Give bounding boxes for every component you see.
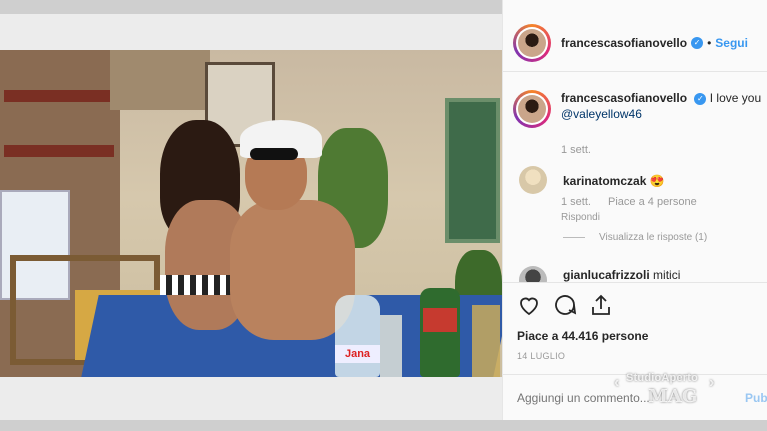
bottle-label: Jana — [335, 345, 380, 363]
verified-badge-icon: ✓ — [691, 36, 704, 49]
caption-text: francescasofianovello ✓ I love you @vale… — [561, 90, 761, 128]
shelf — [4, 90, 114, 102]
publish-button[interactable]: Pubblica — [745, 391, 767, 405]
commenter-avatar[interactable] — [519, 266, 547, 282]
comment-username[interactable]: karinatomczak — [563, 174, 646, 188]
comment-username[interactable]: gianlucafrizzoli — [563, 268, 650, 282]
bikini — [160, 275, 240, 295]
beer-bottle — [420, 288, 460, 377]
avatar[interactable] — [513, 23, 551, 62]
post-date: 14 LUGLIO — [517, 351, 566, 361]
watermark-line1: StudioAperto — [626, 372, 699, 384]
sunglasses — [250, 148, 298, 160]
share-icon[interactable] — [589, 293, 613, 317]
post-photo[interactable]: Jana — [0, 50, 502, 377]
caption: francescasofianovello ✓ I love you @vale… — [513, 90, 767, 128]
water-bottle — [335, 295, 380, 377]
chevron-right-icon: › — [709, 374, 715, 391]
post-side-panel: francescasofianovello ✓ • Segui francesc… — [502, 0, 767, 420]
heart-icon[interactable] — [517, 293, 541, 317]
caption-username[interactable]: francescasofianovello — [561, 91, 687, 105]
comment-text: mitici — [653, 268, 681, 282]
bottom-letterbox — [0, 420, 767, 431]
likes-count[interactable]: Piace a 44.416 persone — [517, 329, 648, 343]
comment-text: 😍 — [649, 174, 665, 188]
mention-link[interactable]: @valeyellow46 — [561, 107, 642, 121]
beer-glass — [472, 305, 500, 377]
comments-section[interactable]: francescasofianovello ✓ I love you @vale… — [503, 72, 767, 282]
commenter-avatar[interactable] — [519, 166, 547, 194]
post-header: francescasofianovello ✓ • Segui — [503, 14, 767, 72]
roof — [110, 50, 210, 110]
caption-time[interactable]: 1 sett. — [561, 144, 591, 156]
reply-button[interactable]: Rispondi — [561, 212, 600, 223]
comment-item: karinatomczak 😍 — [563, 174, 665, 188]
separator-dot: • — [707, 35, 712, 50]
comment-meta: 1 sett. Piace a 4 persone — [561, 196, 711, 208]
view-replies-button[interactable]: Visualizza le risposte (1) — [563, 232, 707, 243]
tv-watermark-logo: ‹ StudioAperto › MAG — [614, 372, 734, 412]
action-bar: Piace a 44.416 persone 14 LUGLIO — [503, 282, 767, 374]
comment-likes[interactable]: Piace a 4 persone — [608, 196, 697, 208]
caption-avatar[interactable] — [513, 90, 551, 128]
shelf — [4, 145, 114, 157]
comment-icon[interactable] — [553, 293, 577, 317]
comment-time[interactable]: 1 sett. — [561, 196, 591, 208]
glass — [380, 315, 402, 377]
header-username[interactable]: francescasofianovello — [561, 36, 687, 50]
comment-item: gianlucafrizzoli mitici — [563, 268, 680, 282]
watermark-line2: MAG — [648, 386, 698, 407]
chevron-left-icon: ‹ — [614, 374, 620, 391]
follow-button[interactable]: Segui — [715, 36, 748, 50]
green-window — [445, 98, 500, 243]
verified-badge-icon: ✓ — [694, 92, 707, 105]
beer-label — [423, 308, 457, 332]
caption-body: I love you — [709, 91, 762, 105]
